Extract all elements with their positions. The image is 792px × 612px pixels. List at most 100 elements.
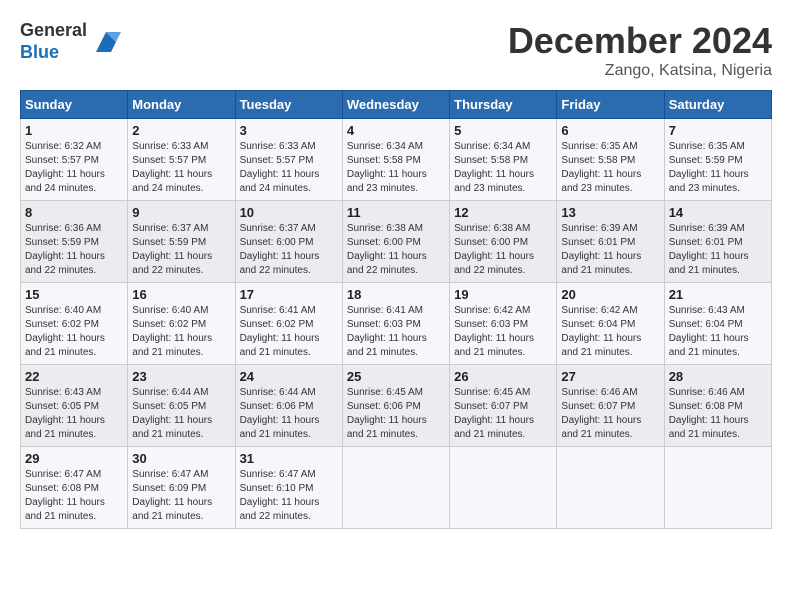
calendar-week-row: 1 Sunrise: 6:32 AM Sunset: 5:57 PM Daylig… [21, 119, 772, 201]
calendar-cell: 28 Sunrise: 6:46 AM Sunset: 6:08 PM Dayli… [664, 365, 771, 447]
calendar-cell: 5 Sunrise: 6:34 AM Sunset: 5:58 PM Daylig… [450, 119, 557, 201]
calendar-body: 1 Sunrise: 6:32 AM Sunset: 5:57 PM Daylig… [21, 119, 772, 529]
day-of-week-header: Wednesday [342, 91, 449, 119]
day-info: Sunrise: 6:37 AM Sunset: 6:00 PM Dayligh… [240, 222, 338, 278]
calendar-week-row: 29 Sunrise: 6:47 AM Sunset: 6:08 PM Dayli… [21, 447, 772, 529]
day-info: Sunrise: 6:36 AM Sunset: 5:59 PM Dayligh… [25, 222, 123, 278]
calendar-cell: 25 Sunrise: 6:45 AM Sunset: 6:06 PM Dayli… [342, 365, 449, 447]
day-info: Sunrise: 6:43 AM Sunset: 6:05 PM Dayligh… [25, 386, 123, 442]
calendar-cell: 6Sunrise: 6:35 AM Sunset: 5:58 PM Daylig… [557, 119, 664, 201]
day-info: Sunrise: 6:34 AM Sunset: 5:58 PM Dayligh… [454, 140, 552, 196]
calendar-cell: 14Sunrise: 6:39 AM Sunset: 6:01 PM Dayli… [664, 201, 771, 283]
day-of-week-header: Friday [557, 91, 664, 119]
day-number: 4 [347, 123, 445, 138]
day-info: Sunrise: 6:45 AM Sunset: 6:06 PM Dayligh… [347, 386, 445, 442]
day-number: 21 [669, 287, 767, 302]
day-info: Sunrise: 6:42 AM Sunset: 6:03 PM Dayligh… [454, 304, 552, 360]
day-of-week-header: Sunday [21, 91, 128, 119]
day-info: Sunrise: 6:47 AM Sunset: 6:10 PM Dayligh… [240, 468, 338, 524]
day-of-week-header: Saturday [664, 91, 771, 119]
day-number: 12 [454, 205, 552, 220]
calendar-cell: 27Sunrise: 6:46 AM Sunset: 6:07 PM Dayli… [557, 365, 664, 447]
day-info: Sunrise: 6:35 AM Sunset: 5:59 PM Dayligh… [669, 140, 767, 196]
logo-icon [91, 27, 121, 57]
calendar-cell: 21 Sunrise: 6:43 AM Sunset: 6:04 PM Dayli… [664, 283, 771, 365]
day-number: 11 [347, 205, 445, 220]
calendar-cell: 31 Sunrise: 6:47 AM Sunset: 6:10 PM Dayli… [235, 447, 342, 529]
day-info: Sunrise: 6:33 AM Sunset: 5:57 PM Dayligh… [132, 140, 230, 196]
day-number: 15 [25, 287, 123, 302]
day-number: 20 [561, 287, 659, 302]
day-info: Sunrise: 6:41 AM Sunset: 6:03 PM Dayligh… [347, 304, 445, 360]
logo: General Blue [20, 20, 121, 63]
day-number: 28 [669, 369, 767, 384]
calendar-week-row: 8 Sunrise: 6:36 AM Sunset: 5:59 PM Daylig… [21, 201, 772, 283]
calendar-week-row: 15 Sunrise: 6:40 AM Sunset: 6:02 PM Dayli… [21, 283, 772, 365]
day-number: 13 [561, 205, 659, 220]
calendar-cell: 20Sunrise: 6:42 AM Sunset: 6:04 PM Dayli… [557, 283, 664, 365]
day-number: 18 [347, 287, 445, 302]
day-info: Sunrise: 6:45 AM Sunset: 6:07 PM Dayligh… [454, 386, 552, 442]
day-number: 16 [132, 287, 230, 302]
calendar-cell: 19Sunrise: 6:42 AM Sunset: 6:03 PM Dayli… [450, 283, 557, 365]
page-header: General Blue December 2024 Zango, Katsin… [20, 20, 772, 80]
day-info: Sunrise: 6:33 AM Sunset: 5:57 PM Dayligh… [240, 140, 338, 196]
day-number: 9 [132, 205, 230, 220]
subtitle: Zango, Katsina, Nigeria [508, 62, 772, 80]
calendar-cell: 4 Sunrise: 6:34 AM Sunset: 5:58 PM Daylig… [342, 119, 449, 201]
calendar-cell [450, 447, 557, 529]
calendar-cell [664, 447, 771, 529]
day-info: Sunrise: 6:44 AM Sunset: 6:05 PM Dayligh… [132, 386, 230, 442]
logo-blue-text: Blue [20, 42, 87, 64]
day-info: Sunrise: 6:32 AM Sunset: 5:57 PM Dayligh… [25, 140, 123, 196]
calendar-cell: 18 Sunrise: 6:41 AM Sunset: 6:03 PM Dayli… [342, 283, 449, 365]
calendar-cell: 29 Sunrise: 6:47 AM Sunset: 6:08 PM Dayli… [21, 447, 128, 529]
calendar-table: SundayMondayTuesdayWednesdayThursdayFrid… [20, 90, 772, 529]
day-number: 31 [240, 451, 338, 466]
calendar-cell: 15 Sunrise: 6:40 AM Sunset: 6:02 PM Dayli… [21, 283, 128, 365]
day-info: Sunrise: 6:44 AM Sunset: 6:06 PM Dayligh… [240, 386, 338, 442]
calendar-cell: 2 Sunrise: 6:33 AM Sunset: 5:57 PM Daylig… [128, 119, 235, 201]
day-info: Sunrise: 6:34 AM Sunset: 5:58 PM Dayligh… [347, 140, 445, 196]
day-of-week-header: Monday [128, 91, 235, 119]
logo-general-text: General [20, 20, 87, 42]
day-number: 26 [454, 369, 552, 384]
day-number: 3 [240, 123, 338, 138]
calendar-cell: 13 Sunrise: 6:39 AM Sunset: 6:01 PM Dayli… [557, 201, 664, 283]
day-number: 29 [25, 451, 123, 466]
day-number: 8 [25, 205, 123, 220]
calendar-cell: 24Sunrise: 6:44 AM Sunset: 6:06 PM Dayli… [235, 365, 342, 447]
title-section: December 2024 Zango, Katsina, Nigeria [508, 20, 772, 80]
day-info: Sunrise: 6:38 AM Sunset: 6:00 PM Dayligh… [454, 222, 552, 278]
calendar-cell: 7 Sunrise: 6:35 AM Sunset: 5:59 PM Daylig… [664, 119, 771, 201]
calendar-cell: 26 Sunrise: 6:45 AM Sunset: 6:07 PM Dayli… [450, 365, 557, 447]
calendar-header: SundayMondayTuesdayWednesdayThursdayFrid… [21, 91, 772, 119]
days-of-week-row: SundayMondayTuesdayWednesdayThursdayFrid… [21, 91, 772, 119]
day-info: Sunrise: 6:35 AM Sunset: 5:58 PM Dayligh… [561, 140, 659, 196]
day-number: 25 [347, 369, 445, 384]
day-info: Sunrise: 6:37 AM Sunset: 5:59 PM Dayligh… [132, 222, 230, 278]
day-info: Sunrise: 6:38 AM Sunset: 6:00 PM Dayligh… [347, 222, 445, 278]
day-number: 22 [25, 369, 123, 384]
calendar-cell [342, 447, 449, 529]
day-info: Sunrise: 6:46 AM Sunset: 6:07 PM Dayligh… [561, 386, 659, 442]
day-info: Sunrise: 6:46 AM Sunset: 6:08 PM Dayligh… [669, 386, 767, 442]
day-info: Sunrise: 6:43 AM Sunset: 6:04 PM Dayligh… [669, 304, 767, 360]
calendar-cell: 1 Sunrise: 6:32 AM Sunset: 5:57 PM Daylig… [21, 119, 128, 201]
calendar-cell: 12 Sunrise: 6:38 AM Sunset: 6:00 PM Dayli… [450, 201, 557, 283]
calendar-cell: 11 Sunrise: 6:38 AM Sunset: 6:00 PM Dayli… [342, 201, 449, 283]
day-info: Sunrise: 6:47 AM Sunset: 6:08 PM Dayligh… [25, 468, 123, 524]
day-number: 1 [25, 123, 123, 138]
calendar-cell: 9 Sunrise: 6:37 AM Sunset: 5:59 PM Daylig… [128, 201, 235, 283]
calendar-cell: 8 Sunrise: 6:36 AM Sunset: 5:59 PM Daylig… [21, 201, 128, 283]
day-of-week-header: Tuesday [235, 91, 342, 119]
calendar-cell: 23Sunrise: 6:44 AM Sunset: 6:05 PM Dayli… [128, 365, 235, 447]
day-number: 2 [132, 123, 230, 138]
main-title: December 2024 [508, 20, 772, 62]
calendar-cell: 17Sunrise: 6:41 AM Sunset: 6:02 PM Dayli… [235, 283, 342, 365]
day-number: 7 [669, 123, 767, 138]
day-number: 5 [454, 123, 552, 138]
day-info: Sunrise: 6:39 AM Sunset: 6:01 PM Dayligh… [561, 222, 659, 278]
calendar-cell: 10Sunrise: 6:37 AM Sunset: 6:00 PM Dayli… [235, 201, 342, 283]
day-info: Sunrise: 6:40 AM Sunset: 6:02 PM Dayligh… [25, 304, 123, 360]
